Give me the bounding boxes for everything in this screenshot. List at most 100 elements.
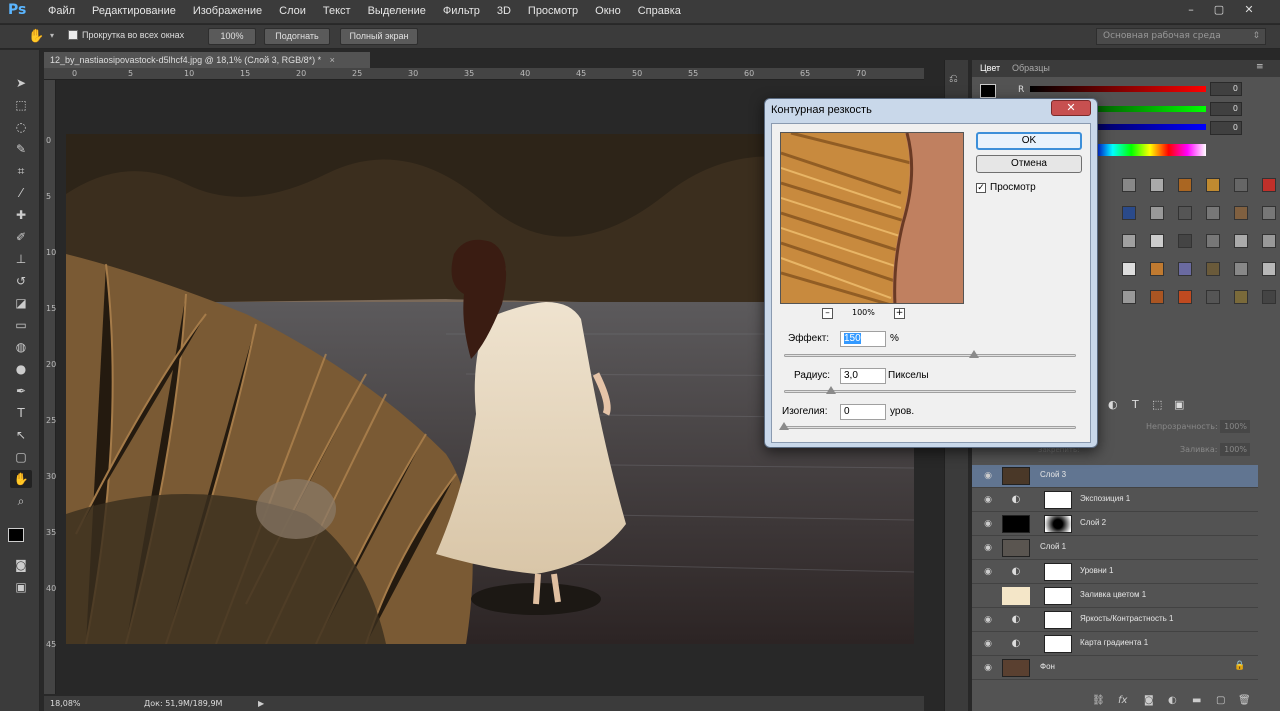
- close-button[interactable]: ✕: [1236, 1, 1262, 19]
- style-swatch[interactable]: [1122, 206, 1136, 220]
- move-tool-icon[interactable]: ➤: [10, 74, 32, 92]
- layer-row[interactable]: ◉ ◐ Яркость/Контрастность 1: [972, 609, 1258, 632]
- menu-item[interactable]: Файл: [48, 5, 75, 17]
- amount-slider-track[interactable]: [784, 354, 1076, 357]
- style-swatch[interactable]: [1150, 206, 1164, 220]
- hand-tool-icon[interactable]: ✋: [28, 29, 44, 44]
- gradient-tool-icon[interactable]: ▭: [10, 316, 32, 334]
- threshold-slider-knob[interactable]: [779, 422, 789, 430]
- style-swatch[interactable]: [1262, 262, 1276, 276]
- red-value[interactable]: 0: [1210, 82, 1242, 96]
- menu-item[interactable]: Выделение: [368, 5, 426, 17]
- trash-icon[interactable]: 🗑: [1238, 695, 1251, 706]
- layer-row[interactable]: ◉ Слой 2: [972, 513, 1258, 536]
- layer-row[interactable]: ◉ Слой 3: [972, 465, 1258, 488]
- style-swatch[interactable]: [1122, 178, 1136, 192]
- style-swatch[interactable]: [1206, 234, 1220, 248]
- menu-item[interactable]: Текст: [323, 5, 351, 17]
- foreground-color-chip[interactable]: [980, 84, 996, 98]
- new-group-icon[interactable]: ▬: [1192, 695, 1201, 706]
- quick-select-tool-icon[interactable]: ✎: [10, 140, 32, 158]
- radius-input[interactable]: 3,0: [840, 368, 886, 384]
- visibility-eye-icon[interactable]: ◉: [982, 518, 994, 530]
- add-mask-icon[interactable]: ◙: [1144, 695, 1154, 706]
- filter-shape-icon[interactable]: ⬚: [1152, 398, 1162, 411]
- cancel-button[interactable]: Отмена: [976, 155, 1082, 173]
- visibility-eye-icon[interactable]: ◉: [982, 542, 994, 554]
- layer-thumbnail[interactable]: [1002, 659, 1030, 677]
- style-swatch[interactable]: [1178, 178, 1192, 192]
- style-swatch[interactable]: [1262, 206, 1276, 220]
- style-swatch[interactable]: [1234, 262, 1248, 276]
- brush-tool-icon[interactable]: ✐: [10, 228, 32, 246]
- visibility-eye-icon[interactable]: ◉: [982, 614, 994, 626]
- status-menu-arrow-icon[interactable]: ▶: [258, 696, 264, 711]
- style-swatch[interactable]: [1206, 290, 1220, 304]
- style-swatch[interactable]: [1262, 290, 1276, 304]
- amount-input[interactable]: 150: [840, 331, 886, 347]
- style-swatch[interactable]: [1122, 290, 1136, 304]
- hand-tool-icon[interactable]: ✋: [10, 470, 32, 488]
- layer-thumbnail[interactable]: [1002, 467, 1030, 485]
- lasso-tool-icon[interactable]: ◌: [10, 118, 32, 136]
- style-swatch[interactable]: [1150, 234, 1164, 248]
- green-value[interactable]: 0: [1210, 102, 1242, 116]
- layer-row[interactable]: ◉ ◐ Экспозиция 1: [972, 489, 1258, 512]
- menu-item[interactable]: Справка: [638, 5, 681, 17]
- visibility-eye-icon[interactable]: ◉: [982, 662, 994, 674]
- filter-type-icon[interactable]: T: [1132, 398, 1139, 411]
- zoom-in-button[interactable]: +: [894, 308, 905, 319]
- style-swatch[interactable]: [1150, 262, 1164, 276]
- shape-tool-icon[interactable]: ▢: [10, 448, 32, 466]
- fit-screen-button[interactable]: Подогнать: [264, 28, 330, 45]
- menu-item[interactable]: Фильтр: [443, 5, 480, 17]
- layer-thumbnail[interactable]: [1044, 611, 1072, 629]
- screen-mode-icon[interactable]: ▣: [10, 578, 32, 596]
- marquee-tool-icon[interactable]: ⬚: [10, 96, 32, 114]
- eyedropper-tool-icon[interactable]: ⁄: [10, 184, 32, 202]
- style-swatch[interactable]: [1178, 234, 1192, 248]
- scroll-all-windows[interactable]: Прокрутка во всех окнах: [68, 30, 184, 40]
- zoom-tool-icon[interactable]: ⌕: [10, 492, 32, 510]
- layer-thumbnail[interactable]: [1002, 515, 1030, 533]
- history-panel-icon[interactable]: ⎌: [949, 72, 958, 86]
- type-tool-icon[interactable]: T: [10, 404, 32, 422]
- tab-color[interactable]: Цвет: [980, 63, 1000, 73]
- foreground-color-swatch[interactable]: [8, 528, 24, 542]
- quick-mask-icon[interactable]: ◙: [10, 556, 32, 574]
- layer-thumbnail[interactable]: [1044, 587, 1072, 605]
- tab-swatches[interactable]: Образцы: [1012, 63, 1050, 73]
- visibility-eye-icon[interactable]: ◉: [982, 494, 994, 506]
- pen-tool-icon[interactable]: ✒: [10, 382, 32, 400]
- menu-item[interactable]: Слои: [279, 5, 306, 17]
- visibility-eye-icon[interactable]: [982, 590, 994, 602]
- eraser-tool-icon[interactable]: ◪: [10, 294, 32, 312]
- style-swatch[interactable]: [1150, 290, 1164, 304]
- panel-menu-icon[interactable]: ≡: [1256, 62, 1264, 72]
- layer-thumbnail[interactable]: [1044, 635, 1072, 653]
- style-swatch[interactable]: [1150, 178, 1164, 192]
- ok-button[interactable]: OK: [976, 132, 1082, 150]
- style-swatch[interactable]: [1234, 234, 1248, 248]
- blur-tool-icon[interactable]: ◍: [10, 338, 32, 356]
- layer-mask-thumbnail[interactable]: [1044, 515, 1072, 533]
- workspace-select[interactable]: Основная рабочая среда ⇕: [1096, 28, 1266, 45]
- visibility-eye-icon[interactable]: ◉: [982, 638, 994, 650]
- layer-row[interactable]: ◉ ◐ Уровни 1: [972, 561, 1258, 584]
- close-tab-icon[interactable]: ×: [330, 55, 335, 65]
- preview-checkbox[interactable]: ✓: [976, 182, 986, 193]
- style-swatch[interactable]: [1122, 262, 1136, 276]
- scroll-all-checkbox[interactable]: [68, 30, 78, 40]
- style-swatch[interactable]: [1262, 178, 1276, 192]
- layer-row[interactable]: ◉ Слой 1: [972, 537, 1258, 560]
- style-swatch[interactable]: [1178, 262, 1192, 276]
- menu-item[interactable]: 3D: [497, 5, 511, 17]
- style-swatch[interactable]: [1206, 206, 1220, 220]
- dialog-close-button[interactable]: ✕: [1051, 100, 1091, 116]
- new-adjustment-icon[interactable]: ◐: [1168, 695, 1177, 706]
- restore-button[interactable]: ▢: [1206, 1, 1232, 19]
- style-swatch[interactable]: [1206, 178, 1220, 192]
- style-swatch[interactable]: [1206, 262, 1220, 276]
- visibility-eye-icon[interactable]: ◉: [982, 566, 994, 578]
- style-swatch[interactable]: [1234, 178, 1248, 192]
